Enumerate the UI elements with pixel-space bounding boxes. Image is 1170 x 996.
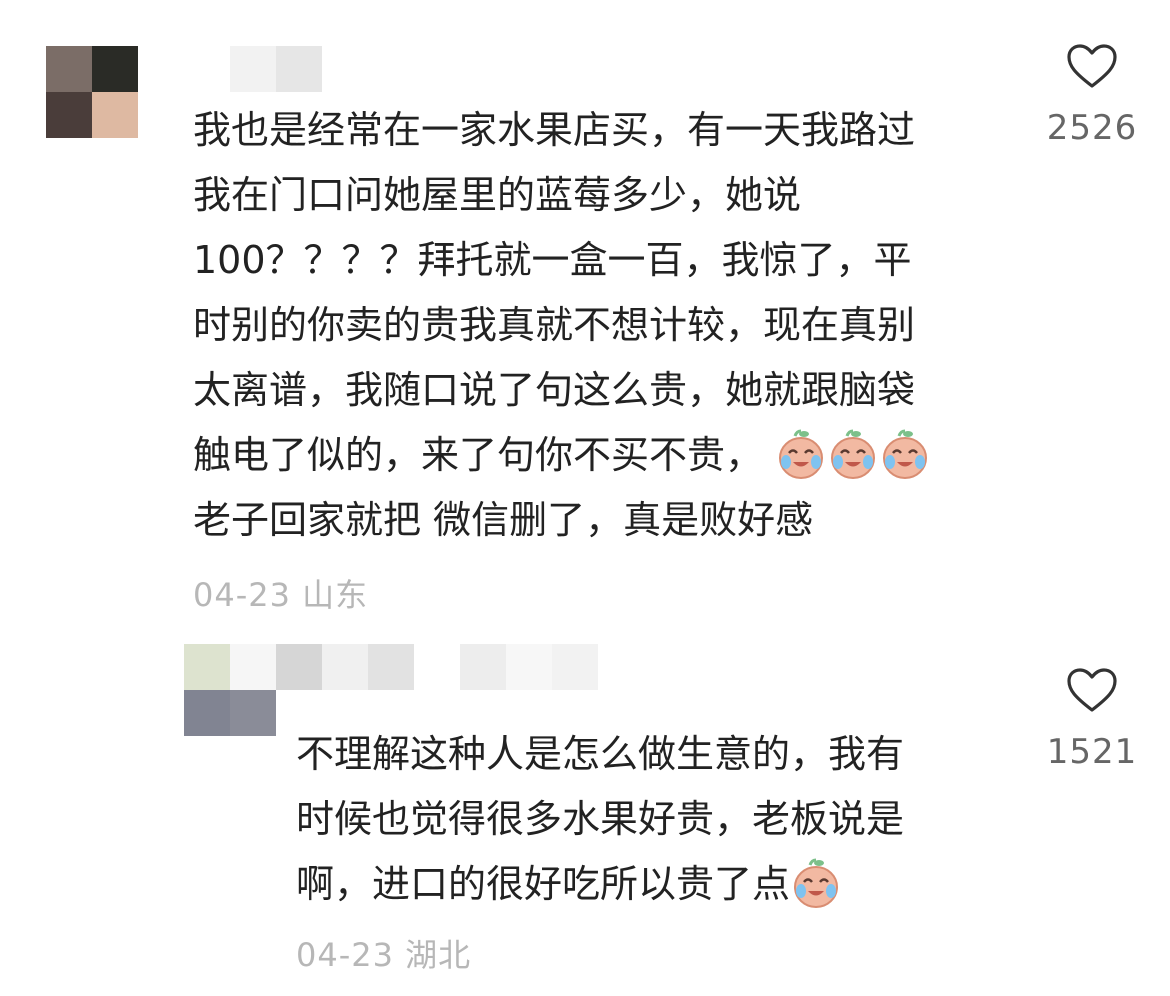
username-mosaic-block — [276, 644, 322, 690]
comment-line: 时候也觉得很多水果好贵，老板说是 — [296, 797, 905, 841]
comment-line: 太离谱，我随口说了句这么贵，她就跟脑袋 — [193, 368, 916, 412]
comment-line: 我也是经常在一家水果店买，有一天我路过 — [193, 108, 916, 152]
avatar-pixel — [184, 690, 230, 736]
comment-date: 04-23 — [193, 576, 291, 614]
avatar-pixel — [46, 92, 92, 138]
username-mosaic-block — [368, 644, 414, 690]
like-button[interactable]: 2526 — [1032, 42, 1152, 148]
heart-icon[interactable] — [1065, 666, 1119, 714]
comment-line: 100？？？？拜托就一盒一百，我惊了，平 — [193, 238, 912, 282]
username-mosaic-block — [506, 644, 552, 690]
laughing-crying-face-icon — [831, 429, 876, 479]
username-mosaic-block — [230, 644, 276, 690]
comment-meta: 04-23 湖北 — [296, 930, 471, 976]
laughing-crying-face-icon — [794, 858, 839, 908]
avatar[interactable] — [46, 46, 138, 138]
laughing-crying-face-icon — [779, 429, 824, 479]
avatar-pixel — [92, 92, 138, 138]
username-mosaic-block — [414, 644, 460, 690]
comment-thread: 我也是经常在一家水果店买，有一天我路过 我在门口问她屋里的蓝莓多少，她说 100？？… — [0, 0, 1170, 996]
username-mosaic-block — [460, 644, 506, 690]
comment-location: 山东 — [302, 576, 369, 614]
comment-text: 我也是经常在一家水果店买，有一天我路过 我在门口问她屋里的蓝莓多少，她说 100？？… — [193, 98, 1023, 553]
comment-line-text: 触电了似的，来了句你不买不贵， — [193, 433, 764, 477]
avatar-pixel — [230, 690, 276, 736]
avatar-pixel — [184, 644, 230, 690]
comment-line-text: 啊，进口的很好吃所以贵了点 — [296, 862, 791, 906]
username-mosaic-block — [276, 46, 322, 92]
username-mosaic-block — [184, 46, 230, 92]
username-mosaic-block — [552, 644, 598, 690]
comment-line-with-emojis: 触电了似的，来了句你不买不贵， — [193, 423, 1023, 488]
comment-location: 湖北 — [405, 936, 472, 974]
comment-line: 老子回家就把 微信删了，真是败好感 — [193, 498, 814, 542]
laughing-crying-face-icon — [883, 429, 928, 479]
comment-date: 04-23 — [296, 936, 394, 974]
avatar-pixel — [92, 46, 138, 92]
comment-line: 时别的你卖的贵我真就不想计较，现在真别 — [193, 303, 916, 347]
comment-item: 我也是经常在一家水果店买，有一天我路过 我在门口问她屋里的蓝莓多少，她说 100？？… — [0, 0, 1170, 630]
like-button[interactable]: 1521 — [1032, 666, 1152, 772]
like-count: 2526 — [1046, 108, 1138, 148]
comment-line-with-emojis: 啊，进口的很好吃所以贵了点 — [296, 852, 996, 917]
comment-line: 不理解这种人是怎么做生意的，我有 — [296, 732, 905, 776]
comment-meta: 04-23 山东 — [193, 570, 368, 616]
like-count: 1521 — [1046, 732, 1138, 772]
avatar-pixel — [46, 46, 92, 92]
username-mosaic-block — [322, 644, 368, 690]
username-blurred[interactable] — [230, 644, 598, 690]
comment-line: 我在门口问她屋里的蓝莓多少，她说 — [193, 173, 802, 217]
username-mosaic-block — [230, 46, 276, 92]
heart-icon[interactable] — [1065, 42, 1119, 90]
comment-text: 不理解这种人是怎么做生意的，我有 时候也觉得很多水果好贵，老板说是 啊，进口的很好吃… — [296, 722, 996, 917]
username-blurred[interactable] — [184, 46, 322, 92]
reply-item: 不理解这种人是怎么做生意的，我有 时候也觉得很多水果好贵，老板说是 啊，进口的很好吃… — [0, 630, 1170, 996]
